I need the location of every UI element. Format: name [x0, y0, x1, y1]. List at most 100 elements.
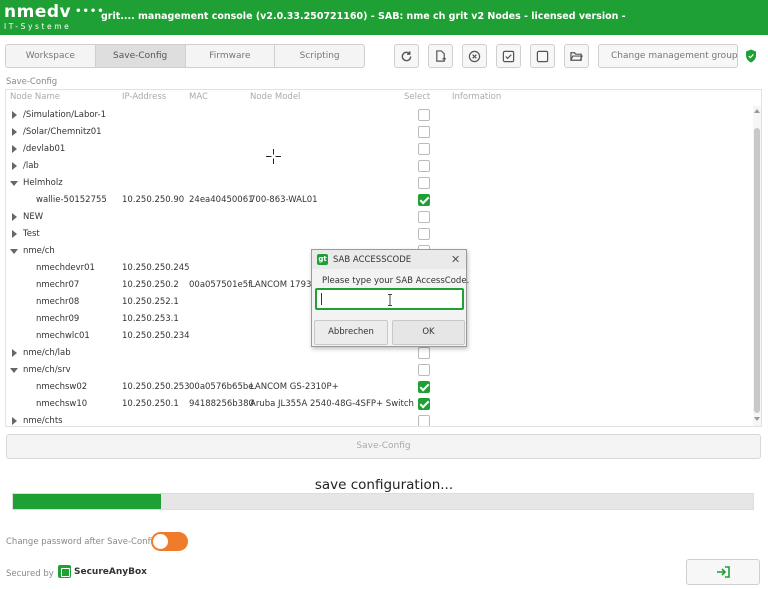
crosshair-cursor-icon	[266, 149, 281, 164]
tab-workspace[interactable]: Workspace	[6, 45, 96, 67]
toggle-knob	[153, 534, 168, 549]
table-row[interactable]: /lab	[6, 158, 761, 175]
scroll-up-icon[interactable]	[754, 109, 760, 113]
node-name: nmechr08	[36, 297, 80, 307]
select-all-button[interactable]	[496, 44, 521, 68]
tab-firmware[interactable]: Firmware	[186, 45, 276, 67]
secureanybox-icon	[58, 565, 71, 578]
node-name: nme/ch	[23, 246, 55, 256]
col-information[interactable]: Information	[452, 92, 501, 102]
ip-address: 10.250.253.1	[122, 314, 179, 324]
password-toggle[interactable]	[151, 532, 188, 551]
window-title: grit.... management console (v2.0.33.250…	[101, 11, 626, 22]
open-folder-button[interactable]	[564, 44, 589, 68]
select-checkbox[interactable]	[418, 177, 430, 189]
select-checkbox[interactable]	[418, 160, 430, 172]
table-row[interactable]: nmechsw02 10.250.250.253 00a0576b65be LANCO…	[6, 379, 761, 396]
deselect-all-button[interactable]	[530, 44, 555, 68]
progress-fill	[13, 494, 161, 509]
select-checkbox[interactable]	[418, 126, 430, 138]
table-row[interactable]: nme/ch/srv	[6, 362, 761, 379]
node-name: Test	[23, 229, 40, 239]
table-header: Node Name IP-Address MAC Node Model Sele…	[6, 90, 761, 105]
select-checkbox[interactable]	[418, 211, 430, 223]
collapsed-arrow-icon[interactable]	[12, 230, 17, 238]
select-checkbox[interactable]	[418, 415, 430, 426]
logout-button[interactable]	[686, 559, 760, 585]
table-row[interactable]: /devlab01	[6, 141, 761, 158]
table-row[interactable]: NEW	[6, 209, 761, 226]
node-name: NEW	[23, 212, 44, 222]
tab-scripting[interactable]: Scripting	[275, 45, 364, 67]
node-name: wallie-50152755	[36, 195, 107, 205]
table-row[interactable]: Test	[6, 226, 761, 243]
col-node-name[interactable]: Node Name	[10, 92, 60, 102]
dialog-title-bar: gt SAB ACCESSCODE ✕	[312, 250, 466, 269]
text-caret	[321, 293, 322, 305]
mac-address: 94188256b380	[189, 399, 254, 409]
node-name: nmechdevr01	[36, 263, 95, 273]
collapsed-arrow-icon[interactable]	[12, 128, 17, 136]
collapsed-arrow-icon[interactable]	[12, 111, 17, 119]
progress-label: save configuration...	[314, 477, 454, 493]
node-name: Helmholz	[23, 178, 63, 188]
cancel-dialog-button[interactable]: Abbrechen	[314, 320, 388, 345]
ip-address: 10.250.250.253	[122, 382, 190, 392]
select-checkbox[interactable]	[418, 381, 430, 393]
select-checkbox[interactable]	[418, 347, 430, 359]
table-row[interactable]: wallie-50152755 10.250.250.90 24ea40450061…	[6, 192, 761, 209]
expanded-arrow-icon[interactable]	[10, 368, 18, 373]
node-model: LANCOM GS-2310P+	[250, 382, 339, 392]
change-group-label: Change management group	[611, 51, 738, 61]
select-checkbox[interactable]	[418, 143, 430, 155]
close-icon[interactable]: ✕	[451, 253, 460, 266]
section-label: Save-Config	[6, 77, 58, 87]
select-checkbox[interactable]	[418, 228, 430, 240]
table-row[interactable]: /Simulation/Labor-1	[6, 107, 761, 124]
shield-icon	[746, 49, 756, 63]
node-name: nmechwlc01	[36, 331, 90, 341]
select-checkbox[interactable]	[418, 194, 430, 206]
mac-address: 00a0576b65be	[189, 382, 254, 392]
tab-save-config[interactable]: Save-Config	[95, 45, 186, 67]
logout-icon	[717, 566, 730, 578]
refresh-icon	[401, 50, 412, 61]
select-checkbox[interactable]	[418, 398, 430, 410]
table-row[interactable]: /Solar/Chemnitz01	[6, 124, 761, 141]
scrollbar-thumb[interactable]	[754, 128, 760, 413]
table-row[interactable]: Helmholz	[6, 175, 761, 192]
collapsed-arrow-icon[interactable]	[12, 417, 17, 425]
node-name: nmechr07	[36, 280, 80, 290]
mac-address: 24ea40450061	[189, 195, 254, 205]
change-management-group-button[interactable]: Change management group	[598, 44, 738, 68]
select-checkbox[interactable]	[418, 109, 430, 121]
collapsed-arrow-icon[interactable]	[12, 162, 17, 170]
folder-open-icon	[570, 51, 583, 61]
collapsed-arrow-icon[interactable]	[12, 213, 17, 221]
expanded-arrow-icon[interactable]	[10, 181, 18, 186]
table-row[interactable]: nme/chts	[6, 413, 761, 426]
ip-address: 10.250.250.1	[122, 399, 179, 409]
secured-by-label: Secured by	[6, 569, 54, 579]
select-checkbox[interactable]	[418, 364, 430, 376]
shield-button[interactable]	[745, 49, 757, 66]
ok-button[interactable]: OK	[392, 320, 465, 345]
table-row[interactable]: nmechsw10 10.250.250.1 94188256b380 Aruba J…	[6, 396, 761, 413]
add-node-button[interactable]	[428, 44, 453, 68]
ip-address: 10.250.250.2	[122, 280, 179, 290]
progress-bar	[12, 493, 754, 510]
cancel-button[interactable]	[462, 44, 487, 68]
col-ip-address[interactable]: IP-Address	[122, 92, 166, 102]
expanded-arrow-icon[interactable]	[10, 249, 18, 254]
refresh-button[interactable]	[394, 44, 419, 68]
table-row[interactable]: nme/ch/lab	[6, 345, 761, 362]
collapsed-arrow-icon[interactable]	[12, 349, 17, 357]
col-mac[interactable]: MAC	[189, 92, 208, 102]
vertical-scrollbar[interactable]	[753, 106, 761, 426]
save-config-button[interactable]: Save-Config	[6, 434, 761, 459]
col-node-model[interactable]: Node Model	[250, 92, 300, 102]
col-select[interactable]: Select	[404, 92, 430, 102]
scroll-down-icon[interactable]	[754, 417, 760, 421]
collapsed-arrow-icon[interactable]	[12, 145, 17, 153]
dialog-prompt: Please type your SAB AccessCode.	[322, 276, 470, 286]
